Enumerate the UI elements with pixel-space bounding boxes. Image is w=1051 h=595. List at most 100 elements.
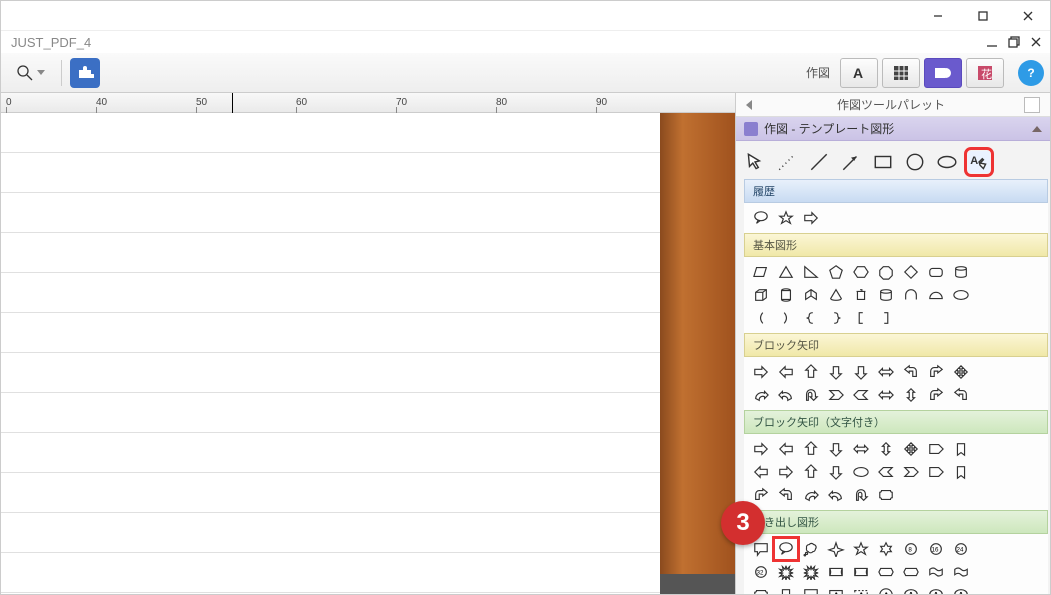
shape-bookmark[interactable] (775, 585, 797, 594)
shape-burst[interactable] (800, 562, 822, 582)
section-header-basic[interactable]: 基本図形 (744, 233, 1048, 257)
shape-circA[interactable]: A (875, 585, 897, 594)
shape-diamond[interactable] (900, 262, 922, 282)
shape-arrBendL[interactable] (900, 362, 922, 382)
section-header-block-arrow-text[interactable]: ブロック矢印（文字付き） (744, 410, 1048, 434)
shape-burst[interactable] (775, 562, 797, 582)
shape-arr4[interactable] (900, 439, 922, 459)
doc-restore-icon[interactable] (1008, 36, 1020, 48)
shape-arrCurveL[interactable] (825, 485, 847, 505)
shape-hexagon[interactable] (850, 262, 872, 282)
shape-arrD[interactable] (825, 362, 847, 382)
shape-rparen[interactable] (775, 308, 797, 328)
shape-parallelogram[interactable] (750, 262, 772, 282)
plugin-button[interactable] (70, 58, 100, 88)
minimize-window-button[interactable] (915, 1, 960, 31)
shape-bubbleA[interactable]: A (950, 585, 972, 594)
section-header-block-arrow[interactable]: ブロック矢印 (744, 333, 1048, 357)
shape-arrCurveR[interactable] (800, 485, 822, 505)
shape-ellipse[interactable] (950, 285, 972, 305)
shape-wave[interactable] (925, 562, 947, 582)
shape-bubbleA[interactable]: A (900, 585, 922, 594)
shape-plaque[interactable] (750, 585, 772, 594)
shape-chevL[interactable] (875, 462, 897, 482)
shape-arrU[interactable] (800, 462, 822, 482)
shape-banner[interactable] (850, 562, 872, 582)
shape-ribbon[interactable] (900, 562, 922, 582)
shape-arrLR[interactable] (875, 385, 897, 405)
shape-rbrace[interactable] (825, 308, 847, 328)
shape-speech-bubble[interactable] (750, 208, 772, 228)
shape-arrR[interactable] (750, 362, 772, 382)
shape-arrD[interactable] (825, 439, 847, 459)
doc-minimize-icon[interactable] (986, 36, 998, 48)
help-button[interactable]: ? (1018, 60, 1044, 86)
shape-roundrect[interactable] (925, 262, 947, 282)
shape-bubbleA[interactable]: A (925, 585, 947, 594)
shape-arrCurveL[interactable] (775, 385, 797, 405)
collapse-panel-icon[interactable] (746, 100, 752, 110)
grid-tool-button[interactable] (882, 58, 920, 88)
shape-chevR[interactable] (900, 462, 922, 482)
shape-arrow-right[interactable] (800, 208, 822, 228)
shape-arrD[interactable] (850, 362, 872, 382)
maximize-window-button[interactable] (960, 1, 1005, 31)
shape-triangle[interactable] (775, 262, 797, 282)
dotted-line-tool[interactable] (776, 151, 798, 173)
shape-cone[interactable] (825, 285, 847, 305)
shape-arrR[interactable] (750, 439, 772, 459)
shape-trash[interactable] (850, 285, 872, 305)
shape-plaque[interactable] (875, 485, 897, 505)
shape-callCloud[interactable] (800, 539, 822, 559)
shape-bookmark[interactable] (950, 439, 972, 459)
palette-menu-icon[interactable] (1024, 97, 1040, 113)
shape-callRound[interactable] (775, 539, 797, 559)
shape-arrCurveR[interactable] (750, 385, 772, 405)
shape-arch[interactable] (900, 285, 922, 305)
pointer-tool[interactable] (744, 151, 766, 173)
shape-seal8[interactable]: 8 (900, 539, 922, 559)
circle-tool[interactable] (904, 151, 926, 173)
shape-arrD[interactable] (825, 462, 847, 482)
shape-wave[interactable] (950, 562, 972, 582)
shape-halfcircle[interactable] (925, 285, 947, 305)
shape-seal24[interactable]: 24 (950, 539, 972, 559)
shape-arrL[interactable] (775, 362, 797, 382)
shape-rtriangle[interactable] (800, 262, 822, 282)
arrow-tool[interactable] (840, 151, 862, 173)
shape-cube[interactable] (750, 285, 772, 305)
shape-lbracket[interactable] (850, 308, 872, 328)
template-shapes-tool[interactable]: A (968, 151, 990, 173)
shape-pentR[interactable] (925, 439, 947, 459)
rectangle-tool[interactable] (872, 151, 894, 173)
shape-ellipse[interactable] (850, 462, 872, 482)
flower-tool-button[interactable]: 花 (966, 58, 1004, 88)
shape-lbrace[interactable] (800, 308, 822, 328)
shape-prism[interactable] (800, 285, 822, 305)
shape-pentagon[interactable] (825, 262, 847, 282)
shape-seal16[interactable]: 16 (925, 539, 947, 559)
shape-arr4[interactable] (950, 362, 972, 382)
shape-can[interactable] (775, 285, 797, 305)
shape-arrUD[interactable] (900, 385, 922, 405)
section-header-callout[interactable]: 吹き出し図形 (744, 510, 1048, 534)
shape-arrBendR[interactable] (750, 485, 772, 505)
shape-arrBendR[interactable] (925, 385, 947, 405)
shape-arrR[interactable] (775, 462, 797, 482)
doc-close-icon[interactable] (1030, 36, 1042, 48)
shape-boxA[interactable]: A (825, 585, 847, 594)
shape-arrL[interactable] (775, 439, 797, 459)
shape-arrUturn[interactable] (850, 485, 872, 505)
shape-bookmark[interactable] (950, 462, 972, 482)
shape-arrL[interactable] (750, 462, 772, 482)
shape-chevR[interactable] (825, 385, 847, 405)
shape-arrUD[interactable] (875, 439, 897, 459)
shape-arrBendL[interactable] (775, 485, 797, 505)
shape-lparen[interactable] (750, 308, 772, 328)
shape-star[interactable] (775, 208, 797, 228)
shape-arrU[interactable] (800, 439, 822, 459)
shape-arrLR[interactable] (850, 439, 872, 459)
shape-arrBendL[interactable] (950, 385, 972, 405)
shape-chevL[interactable] (850, 385, 872, 405)
palette-subheader[interactable]: 作図 - テンプレート図形 (736, 117, 1050, 141)
